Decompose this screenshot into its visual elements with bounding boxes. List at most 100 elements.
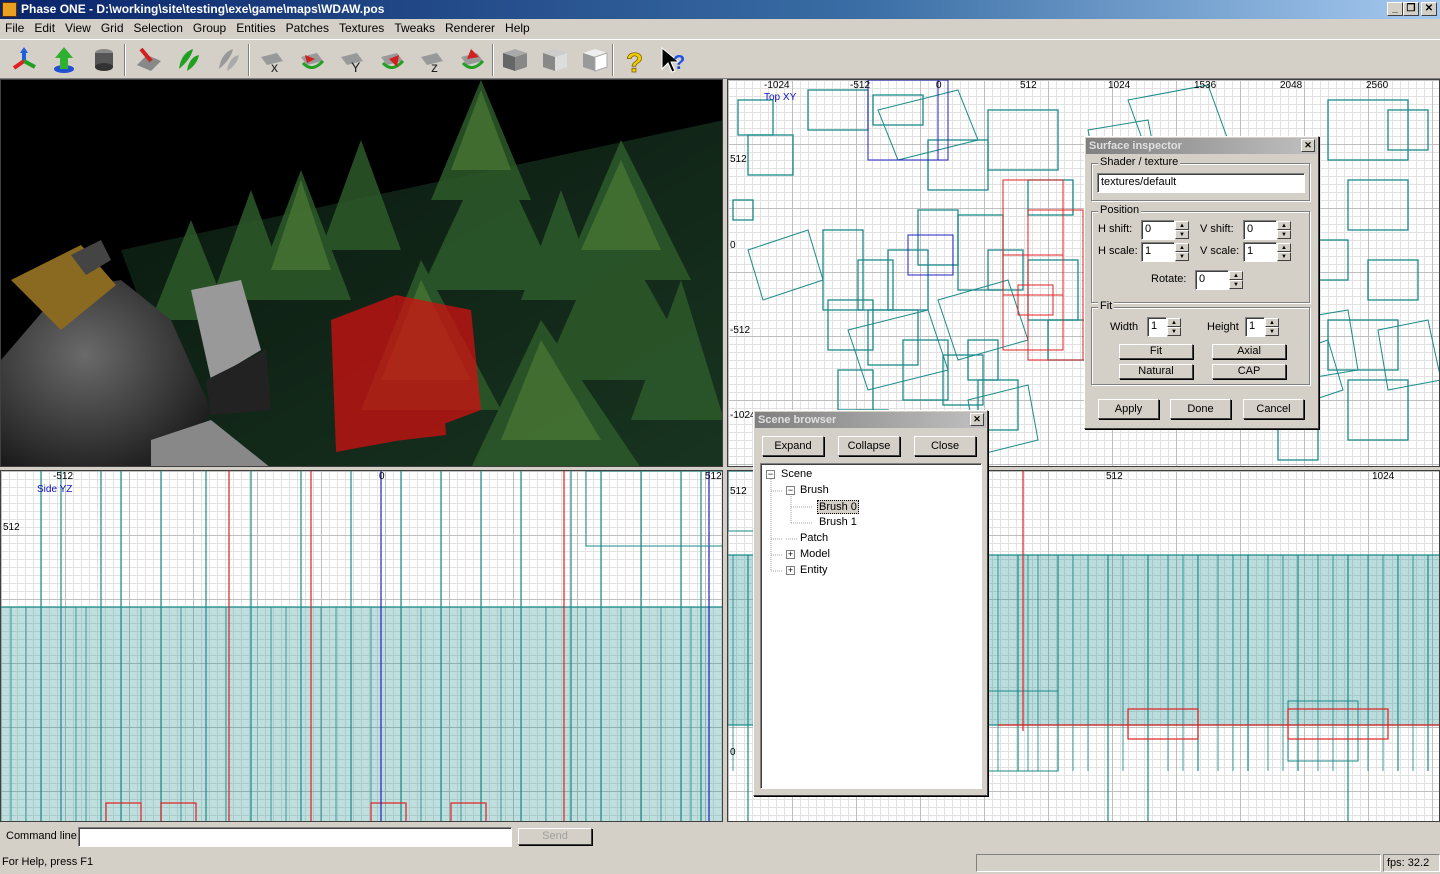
cube-light-icon[interactable] <box>536 43 572 77</box>
scene-close-button[interactable]: Close <box>914 436 976 456</box>
fit-width-spinner[interactable]: ▲ ▼ <box>1167 318 1181 336</box>
rotate-x-icon[interactable] <box>294 43 330 77</box>
expand-button[interactable]: Expand <box>762 436 824 456</box>
window-title: Phase ONE - D:\working\site\testing\exe\… <box>21 2 385 16</box>
scene-browser-title-bar[interactable]: Scene browser ✕ <box>755 412 986 428</box>
cube-dark-icon[interactable] <box>496 43 532 77</box>
h-scale-input[interactable]: 1 <box>1141 242 1175 262</box>
restore-button[interactable]: ❐ <box>1403 2 1419 16</box>
toolbar-separator <box>124 44 126 76</box>
axial-button[interactable]: Axial <box>1212 344 1286 359</box>
flip-z-icon[interactable]: z <box>414 43 450 77</box>
close-window-button[interactable]: ✕ <box>1421 2 1437 16</box>
menu-help[interactable]: Help <box>500 19 535 38</box>
collapse-button[interactable]: Collapse <box>838 436 900 456</box>
top-y-tick: 0 <box>730 240 736 251</box>
front-x-tick: 512 <box>1106 471 1123 482</box>
top-x-tick: 1536 <box>1194 80 1217 91</box>
tree-node-entity[interactable]: Entity <box>800 564 828 576</box>
menu-entities[interactable]: Entities <box>231 19 280 38</box>
paint-brush-icon[interactable] <box>130 43 166 77</box>
menu-edit[interactable]: Edit <box>29 19 60 38</box>
side-viewport[interactable]: -512 0 512 Side YZ 512 <box>0 470 723 822</box>
help-icon[interactable]: ? <box>616 43 652 77</box>
tree-node-brush-0[interactable]: Brush 0 <box>817 500 859 514</box>
v-scale-spinner[interactable]: ▲ ▼ <box>1277 243 1291 261</box>
svg-text:z: z <box>431 59 438 75</box>
shader-texture-input[interactable]: textures/default <box>1097 173 1305 193</box>
h-shift-spinner[interactable]: ▲ ▼ <box>1175 221 1189 239</box>
menu-textures[interactable]: Textures <box>334 19 389 38</box>
tree-node-brush[interactable]: Brush <box>800 484 829 496</box>
fit-height-input[interactable]: 1 <box>1245 317 1265 337</box>
tree-node-brush-1[interactable]: Brush 1 <box>819 516 857 528</box>
fit-height-spinner[interactable]: ▲ ▼ <box>1265 318 1279 336</box>
fit-button[interactable]: Fit <box>1119 344 1193 359</box>
command-line-input[interactable] <box>78 827 512 847</box>
menu-selection[interactable]: Selection <box>129 19 188 38</box>
v-shift-spinner[interactable]: ▲ ▼ <box>1277 221 1291 239</box>
context-help-icon[interactable]: ? <box>656 43 692 77</box>
surface-inspector-close-icon[interactable]: ✕ <box>1301 139 1315 152</box>
app-icon <box>2 2 17 17</box>
svg-text:?: ? <box>626 47 643 75</box>
flip-y-icon[interactable]: Y <box>334 43 370 77</box>
camera-viewport[interactable] <box>0 79 723 467</box>
menu-view[interactable]: View <box>60 19 96 38</box>
scene-browser-close-icon[interactable]: ✕ <box>970 413 984 426</box>
send-button[interactable]: Send <box>518 828 592 845</box>
svg-text:Y: Y <box>351 59 361 75</box>
side-viewport-name: Side YZ <box>37 484 73 495</box>
menu-grid[interactable]: Grid <box>96 19 129 38</box>
grey-leaves-icon[interactable] <box>210 43 246 77</box>
tree-node-model[interactable]: Model <box>800 548 830 560</box>
minimize-button[interactable]: _ <box>1387 2 1403 16</box>
svg-text:?: ? <box>673 52 685 74</box>
fps-readout: fps: 32.2 <box>1383 854 1440 872</box>
rotate-y-icon[interactable] <box>374 43 410 77</box>
apply-button[interactable]: Apply <box>1098 399 1159 419</box>
rotate-spinner[interactable]: ▲ ▼ <box>1229 271 1243 289</box>
menu-patches[interactable]: Patches <box>281 19 334 38</box>
rotate-z-icon[interactable] <box>454 43 490 77</box>
status-help-text: For Help, press F1 <box>2 856 94 868</box>
v-scale-input[interactable]: 1 <box>1243 242 1277 262</box>
menu-tweaks[interactable]: Tweaks <box>389 19 440 38</box>
surface-inspector-title: Surface inspector <box>1089 140 1182 152</box>
axis-gizmo-icon[interactable] <box>6 43 42 77</box>
tree-node-scene[interactable]: Scene <box>781 468 812 480</box>
scene-tree[interactable]: − Scene − Brush Brush 0 Brush 1 Patch + … <box>760 463 982 789</box>
scene-expander-icon[interactable]: − <box>766 470 775 479</box>
h-shift-input[interactable]: 0 <box>1141 220 1175 240</box>
v-shift-input[interactable]: 0 <box>1243 220 1277 240</box>
h-scale-spinner[interactable]: ▲ ▼ <box>1175 243 1189 261</box>
surface-inspector-title-bar[interactable]: Surface inspector ✕ <box>1086 138 1317 154</box>
cancel-button[interactable]: Cancel <box>1243 399 1304 419</box>
top-x-tick: 2048 <box>1280 80 1303 91</box>
fit-width-input[interactable]: 1 <box>1147 317 1167 337</box>
rotate-input[interactable]: 0 <box>1195 270 1229 290</box>
flip-x-icon[interactable]: x <box>254 43 290 77</box>
natural-button[interactable]: Natural <box>1119 364 1193 379</box>
h-shift-label: H shift: <box>1098 223 1133 235</box>
tree-node-patch[interactable]: Patch <box>800 532 828 544</box>
menu-group[interactable]: Group <box>188 19 231 38</box>
done-button[interactable]: Done <box>1170 399 1231 419</box>
menu-bar: File Edit View Grid Selection Group Entities Pa… <box>0 19 1440 38</box>
green-leaves-icon[interactable] <box>170 43 206 77</box>
h-scale-label: H scale: <box>1098 245 1138 257</box>
brush-expander-icon[interactable]: − <box>786 486 795 495</box>
cube-white-icon[interactable] <box>576 43 612 77</box>
scene-browser-dialog: Scene browser ✕ Expand Collapse Close − … <box>753 410 988 796</box>
top-viewport-name: Top XY <box>764 92 797 103</box>
menu-renderer[interactable]: Renderer <box>440 19 500 38</box>
cap-button[interactable]: CAP <box>1212 364 1286 379</box>
up-arrow-icon[interactable] <box>46 43 82 77</box>
side-brushes <box>1 471 722 821</box>
menu-file[interactable]: File <box>0 19 29 38</box>
command-bar: Command line: Send <box>0 824 1440 850</box>
entity-expander-icon[interactable]: + <box>786 566 795 575</box>
drum-icon[interactable] <box>86 43 122 77</box>
model-expander-icon[interactable]: + <box>786 550 795 559</box>
v-scale-label: V scale: <box>1200 245 1240 257</box>
